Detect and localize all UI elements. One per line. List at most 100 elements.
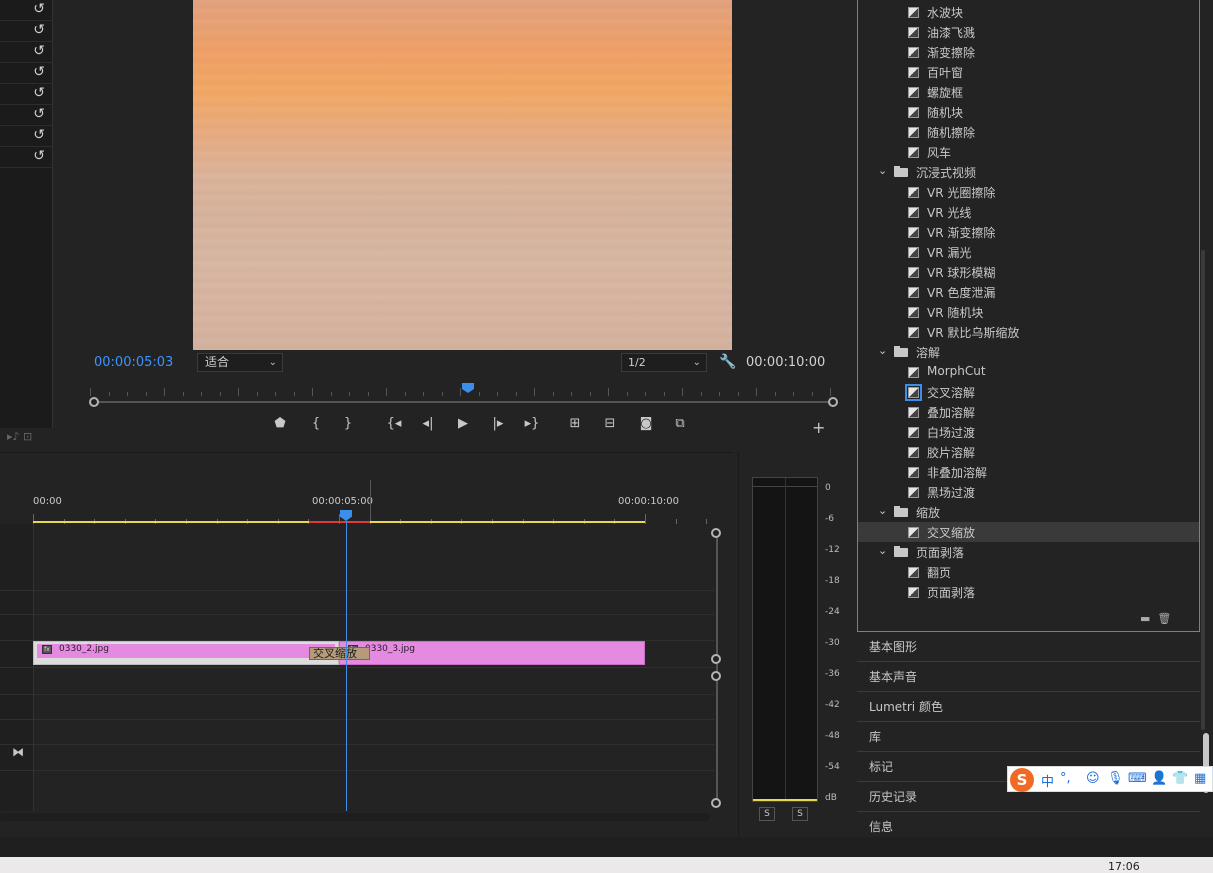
effect-item[interactable]: VR 色度泄漏 <box>858 282 1199 302</box>
track-area[interactable] <box>33 524 714 811</box>
effect-item[interactable]: 白场过渡 <box>858 422 1199 442</box>
effect-item[interactable]: 风车 <box>858 142 1199 162</box>
chevron-down-icon[interactable]: ⌄ <box>878 504 887 517</box>
go-to-in-icon[interactable]: {◂ <box>383 416 405 431</box>
go-to-out-icon[interactable]: ▸} <box>521 416 543 431</box>
clip-0330-3[interactable]: fx 0330_3.jpg <box>339 641 645 665</box>
chevron-down-icon[interactable]: ⌄ <box>878 544 887 557</box>
vscroll-handle-top[interactable] <box>711 528 721 538</box>
reset-icon[interactable]: ↺ <box>33 43 45 59</box>
effect-item[interactable]: 翻页 <box>858 562 1199 582</box>
effect-item[interactable]: 随机块 <box>858 102 1199 122</box>
effect-item[interactable]: 渐变擦除 <box>858 42 1199 62</box>
zoom-handle-left[interactable] <box>89 397 99 407</box>
panel-libraries[interactable]: 库 <box>857 722 1200 752</box>
step-forward-icon[interactable]: |▸ <box>487 416 509 431</box>
effect-item[interactable]: 交叉溶解 <box>858 382 1199 402</box>
keyboard-icon[interactable]: ⌨ <box>1128 771 1147 786</box>
effect-item[interactable]: MorphCut <box>858 362 1199 382</box>
new-bin-icon[interactable]: ▬ <box>1140 612 1150 625</box>
monitor-scrub-bar[interactable] <box>94 401 833 403</box>
skin-icon[interactable]: 👕 <box>1172 771 1188 786</box>
effect-item[interactable]: 随机擦除 <box>858 122 1199 142</box>
fit-dropdown[interactable]: 适合 ⌄ <box>197 353 283 372</box>
panel-essential-sound[interactable]: 基本声音 <box>857 662 1200 692</box>
reset-icon[interactable]: ↺ <box>33 22 45 38</box>
track-separator <box>34 590 714 591</box>
ruler-tick <box>423 392 424 396</box>
duration-timecode: 00:00:10:00 <box>746 355 826 370</box>
effect-item[interactable]: 页面剥落 <box>858 582 1199 602</box>
delete-icon[interactable]: 🗑 <box>1157 612 1171 625</box>
effects-folder[interactable]: ⌄ 沉浸式视频 <box>858 162 1199 182</box>
effect-item[interactable]: 油漆飞溅 <box>858 22 1199 42</box>
user-icon[interactable]: 👤 <box>1151 771 1167 786</box>
taskbar-clock[interactable]: 17:06 <box>1108 860 1140 873</box>
microphone-icon[interactable]: 🎙 <box>1107 771 1124 786</box>
chevron-down-icon[interactable]: ⌄ <box>878 164 887 177</box>
effect-item[interactable]: 水波块 <box>858 2 1199 22</box>
vscroll-handle-mid[interactable] <box>711 654 721 664</box>
reset-icon[interactable]: ↺ <box>33 1 45 17</box>
play-icon[interactable]: ▶ <box>452 416 474 431</box>
reset-icon[interactable]: ↺ <box>33 64 45 80</box>
effects-folder[interactable]: ⌄ 溶解 <box>858 342 1199 362</box>
vscroll-handle-bottom[interactable] <box>711 798 721 808</box>
emoji-icon[interactable]: ☺ <box>1086 771 1100 786</box>
button-editor-add-icon[interactable]: + <box>812 418 825 437</box>
clip-name: 0330_3.jpg <box>365 644 415 654</box>
right-panel-scrollbar[interactable] <box>1201 250 1205 730</box>
solo-right-button[interactable]: S <box>792 807 808 821</box>
effect-item[interactable]: VR 随机块 <box>858 302 1199 322</box>
ime-punct[interactable]: °, <box>1060 771 1071 786</box>
effect-item[interactable]: VR 漏光 <box>858 242 1199 262</box>
current-timecode[interactable]: 00:00:05:03 <box>94 355 173 370</box>
reset-icon[interactable]: ↺ <box>33 127 45 143</box>
camera-icon[interactable]: ◙ <box>635 416 657 431</box>
folder-icon <box>894 546 908 557</box>
effect-item[interactable]: 胶片溶解 <box>858 442 1199 462</box>
effect-item[interactable]: 螺旋框 <box>858 82 1199 102</box>
resolution-dropdown[interactable]: 1/2 ⌄ <box>621 353 707 372</box>
solo-left-button[interactable]: S <box>759 807 775 821</box>
effect-item[interactable]: VR 球形模糊 <box>858 262 1199 282</box>
effect-item[interactable]: 黑场过渡 <box>858 482 1199 502</box>
extract-icon[interactable]: ⊟ <box>599 416 621 431</box>
reset-icon[interactable]: ↺ <box>33 148 45 164</box>
effects-folder[interactable]: ⌄ 页面剥落 <box>858 542 1199 562</box>
zoom-handle-right[interactable] <box>828 397 838 407</box>
compare-icon[interactable]: ⧉ <box>669 416 691 431</box>
zoom-to-sequence-icon[interactable]: ⧓ <box>12 745 24 759</box>
timeline-vertical-scrollbar[interactable] <box>716 533 718 803</box>
effect-item[interactable]: VR 光圈擦除 <box>858 182 1199 202</box>
effect-item[interactable]: 叠加溶解 <box>858 402 1199 422</box>
effect-item[interactable]: VR 默比乌斯缩放 <box>858 322 1199 342</box>
reset-icon[interactable]: ↺ <box>33 85 45 101</box>
effect-item[interactable]: 非叠加溶解 <box>858 462 1199 482</box>
effect-item[interactable]: 百叶窗 <box>858 62 1199 82</box>
ime-mode[interactable]: 中 <box>1041 771 1054 790</box>
reset-icon[interactable]: ↺ <box>33 106 45 122</box>
panel-lumetri-color[interactable]: Lumetri 颜色 <box>857 692 1200 722</box>
clip-0330-2[interactable]: fx 0330_2.jpg <box>33 641 339 665</box>
settings-wrench-icon[interactable]: 🔧 <box>719 354 736 370</box>
effect-item[interactable]: 交叉缩放 <box>858 522 1199 542</box>
vscroll-handle-mid2[interactable] <box>711 671 721 681</box>
chevron-down-icon[interactable]: ⌄ <box>878 344 887 357</box>
sogou-logo[interactable]: S <box>1010 768 1034 792</box>
track-header-separator <box>0 590 33 591</box>
mark-out-icon[interactable]: } <box>337 416 359 431</box>
toolbox-icon[interactable]: ▦ <box>1194 771 1206 786</box>
panel-essential-graphics[interactable]: 基本图形 <box>857 632 1200 662</box>
effect-item[interactable]: VR 光线 <box>858 202 1199 222</box>
effects-folder[interactable]: ⌄ 缩放 <box>858 502 1199 522</box>
marker-icon[interactable]: ⬟ <box>269 416 291 431</box>
timeline-horizontal-scrollbar[interactable] <box>0 813 710 821</box>
effect-item[interactable]: VR 渐变擦除 <box>858 222 1199 242</box>
effect-label: 非叠加溶解 <box>927 466 988 480</box>
step-back-icon[interactable]: ◂| <box>417 416 439 431</box>
db-label: -18 <box>825 576 840 586</box>
transition-cross-zoom[interactable]: 交叉缩放 <box>309 647 370 660</box>
lift-icon[interactable]: ⊞ <box>564 416 586 431</box>
mark-in-icon[interactable]: { <box>305 416 327 431</box>
